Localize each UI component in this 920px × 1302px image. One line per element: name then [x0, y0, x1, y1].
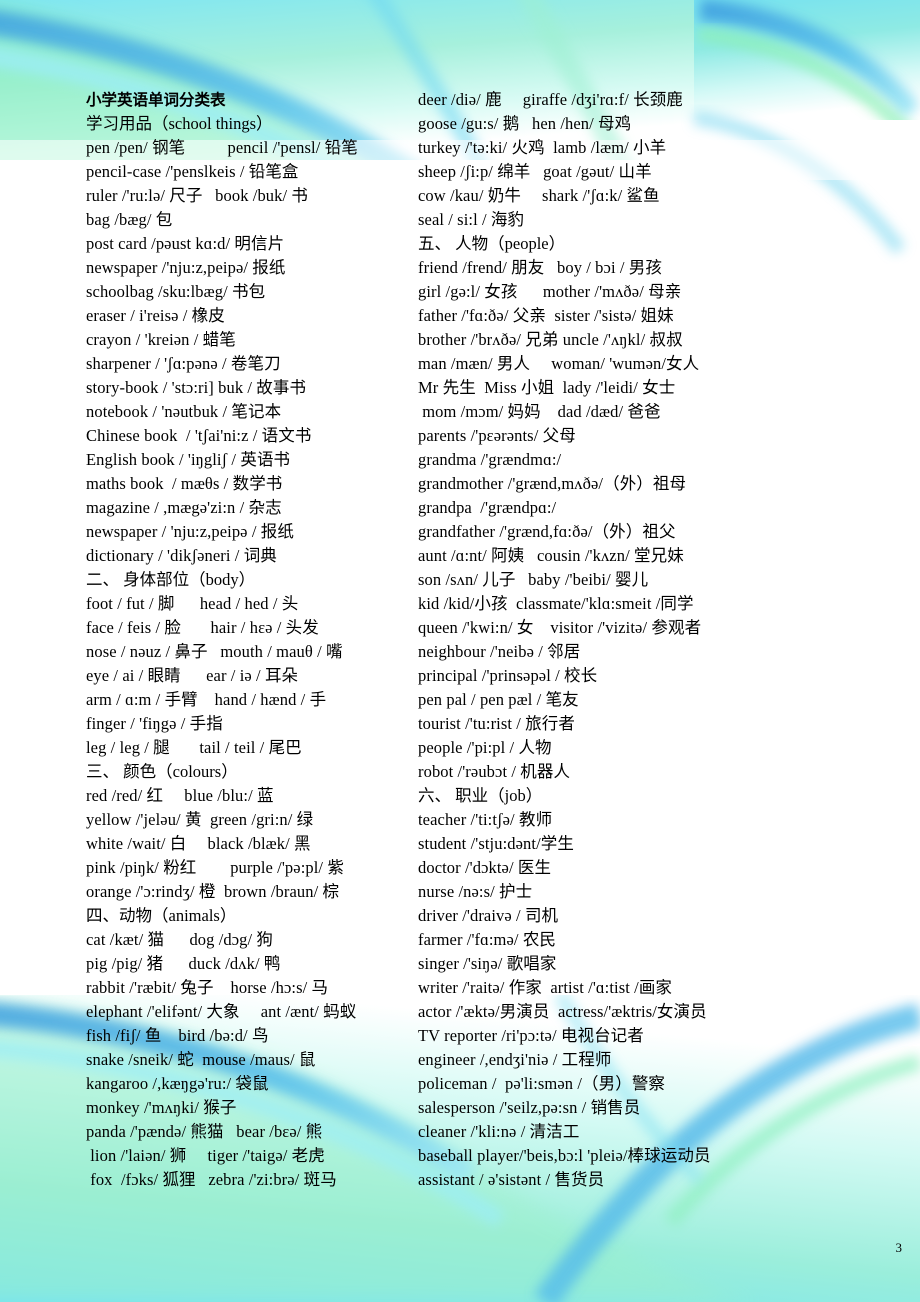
- word-entry-line: finger / 'fiŋgə / 手指: [86, 714, 223, 733]
- word-entry-line: lion /'laiən/ 狮 tiger /'taigə/ 老虎: [86, 1146, 325, 1165]
- word-entry-line: singer /'siŋə/ 歌唱家: [418, 954, 557, 973]
- word-entry-line: leg / leg / 腿 tail / teil / 尾巴: [86, 738, 302, 757]
- word-entry-line: nurse /nə:s/ 护士: [418, 882, 533, 901]
- word-entry-line: aunt /ɑ:nt/ 阿姨 cousin /'kʌzn/ 堂兄妹: [418, 546, 684, 565]
- section-heading: 二、 身体部位（body）: [86, 570, 256, 589]
- word-entry-line: pink /piŋk/ 粉红 purple /'pə:pl/ 紫: [86, 858, 344, 877]
- word-entry-line: white /wait/ 白 black /blæk/ 黑: [86, 834, 311, 853]
- word-entry-line: mom /mɔm/ 妈妈 dad /dæd/ 爸爸: [418, 402, 661, 421]
- word-entry-line: salesperson /'seilz,pə:sn / 销售员: [418, 1098, 641, 1117]
- word-entry-line: dictionary / 'dikʃəneri / 词典: [86, 546, 277, 565]
- word-entry-line: farmer /'fɑ:mə/ 农民: [418, 930, 557, 949]
- word-entry-line: doctor /'dɔktə/ 医生: [418, 858, 552, 877]
- word-entry-line: cleaner /'kli:nə / 清洁工: [418, 1122, 580, 1141]
- word-entry-line: actor /'æktə/男演员 actress/'æktris/女演员: [418, 1002, 707, 1021]
- word-entry-line: pig /pig/ 猪 duck /dʌk/ 鸭: [86, 954, 281, 973]
- section-heading: 三、 颜色（colours）: [86, 762, 238, 781]
- word-entry-line: grandfather /'grænd,fɑ:ðə/（外）祖父: [418, 522, 676, 541]
- word-entry-line: father /'fɑ:ðə/ 父亲 sister /'sistə/ 姐妹: [418, 306, 674, 325]
- word-entry-line: grandmother /'grænd,mʌðə/（外）祖母: [418, 474, 687, 493]
- word-entry-line: assistant / ə'sistənt / 售货员: [418, 1170, 605, 1189]
- word-entry-line: son /sʌn/ 儿子 baby /'beibi/ 婴儿: [418, 570, 649, 589]
- word-entry-line: crayon / 'kreiən / 蜡笔: [86, 330, 236, 349]
- word-entry-line: fox /fɔks/ 狐狸 zebra /'zi:brə/ 斑马: [86, 1170, 337, 1189]
- word-entry-line: post card /pəust kɑ:d/ 明信片: [86, 234, 285, 253]
- word-entry-line: kangaroo /,kæŋgə'ru:/ 袋鼠: [86, 1074, 269, 1093]
- two-column-layout: 小学英语单词分类表 学习用品（school things） pen /pen/ 钢…: [0, 0, 920, 1302]
- word-entry-line: pencil-case /'penslkeis / 铅笔盒: [86, 162, 299, 181]
- word-entry-line: snake /sneik/ 蛇 mouse /maus/ 鼠: [86, 1050, 316, 1069]
- word-entry-line: engineer /,endʒi'niə / 工程师: [418, 1050, 612, 1069]
- left-column: 小学英语单词分类表 学习用品（school things） pen /pen/ 钢…: [0, 0, 410, 1302]
- word-entry-line: friend /frend/ 朋友 boy / bɔi / 男孩: [418, 258, 662, 277]
- word-entry-line: man /mæn/ 男人 woman/ 'wumən/女人: [418, 354, 700, 373]
- word-entry-line: tourist /'tu:rist / 旅行者: [418, 714, 575, 733]
- right-column-lines: deer /diə/ 鹿 giraffe /dʒi'rɑ:f/ 长颈鹿 goose…: [418, 88, 920, 1192]
- word-entry-line: policeman / pə'li:smən /（男）警察: [418, 1074, 666, 1093]
- section-heading: 学习用品（school things）: [86, 114, 273, 133]
- word-entry-line: fish /fiʃ/ 鱼 bird /bə:d/ 鸟: [86, 1026, 269, 1045]
- word-entry-line: rabbit /'ræbit/ 兔子 horse /hɔ:s/ 马: [86, 978, 329, 997]
- word-entry-line: maths book / mæθs / 数学书: [86, 474, 283, 493]
- right-column: deer /diə/ 鹿 giraffe /dʒi'rɑ:f/ 长颈鹿 goose…: [410, 0, 920, 1302]
- word-entry-line: goose /gu:s/ 鹅 hen /hen/ 母鸡: [418, 114, 632, 133]
- section-heading: 六、 职业（job）: [418, 786, 543, 805]
- word-entry-line: grandpa /'grændpɑ:/: [418, 498, 557, 517]
- word-entry-line: notebook / 'nəutbuk / 笔记本: [86, 402, 282, 421]
- word-entry-line: teacher /'ti:tʃə/ 教师: [418, 810, 553, 829]
- word-entry-line: arm / ɑ:m / 手臂 hand / hænd / 手: [86, 690, 327, 709]
- word-entry-line: eraser / i'reisə / 橡皮: [86, 306, 225, 325]
- word-entry-line: driver /'draivə / 司机: [418, 906, 559, 925]
- word-entry-line: queen /'kwi:n/ 女 visitor /'vizitə/ 参观者: [418, 618, 702, 637]
- word-entry-line: Mr 先生 Miss 小姐 lady /'leidi/ 女士: [418, 378, 676, 397]
- word-entry-line: newspaper /'nju:z,peipə/ 报纸: [86, 258, 286, 277]
- word-entry-line: foot / fut / 脚 head / hed / 头: [86, 594, 299, 613]
- word-entry-line: orange /'ɔ:rindʒ/ 橙 brown /braun/ 棕: [86, 882, 340, 901]
- word-entry-line: schoolbag /sku:lbæg/ 书包: [86, 282, 266, 301]
- section-heading: 五、 人物（people）: [418, 234, 566, 253]
- word-entry-line: sheep /ʃi:p/ 绵羊 goat /gəut/ 山羊: [418, 162, 652, 181]
- word-entry-line: red /red/ 红 blue /blu:/ 蓝: [86, 786, 274, 805]
- word-entry-line: bag /bæg/ 包: [86, 210, 173, 229]
- word-entry-line: newspaper / 'nju:z,peipə / 报纸: [86, 522, 294, 541]
- word-entry-line: girl /gə:l/ 女孩 mother /'mʌðə/ 母亲: [418, 282, 682, 301]
- word-entry-line: turkey /'tə:ki/ 火鸡 lamb /læm/ 小羊: [418, 138, 667, 157]
- word-entry-line: baseball player/'beis,bɔ:l 'pleiə/棒球运动员: [418, 1146, 711, 1165]
- word-entry-line: cow /kau/ 奶牛 shark /'ʃɑ:k/ 鲨鱼: [418, 186, 660, 205]
- page-title: 小学英语单词分类表: [86, 91, 226, 109]
- word-entry-line: elephant /'elifənt/ 大象 ant /ænt/ 蚂蚁: [86, 1002, 357, 1021]
- word-entry-line: nose / nəuz / 鼻子 mouth / mauθ / 嘴: [86, 642, 343, 661]
- section-heading: 四、动物（animals）: [86, 906, 237, 925]
- word-entry-line: eye / ai / 眼睛 ear / iə / 耳朵: [86, 666, 299, 685]
- word-entry-line: sharpener / 'ʃɑ:pənə / 卷笔刀: [86, 354, 281, 373]
- page-number: 3: [895, 1240, 903, 1255]
- word-entry-line: grandma /'grændmɑ:/: [418, 450, 562, 469]
- word-entry-line: English book / 'iŋgliʃ / 英语书: [86, 450, 291, 469]
- document-page: 小学英语单词分类表 学习用品（school things） pen /pen/ 钢…: [0, 0, 920, 1302]
- word-entry-line: ruler /'ru:lə/ 尺子 book /buk/ 书: [86, 186, 309, 205]
- left-column-lines: 学习用品（school things） pen /pen/ 钢笔 pencil /…: [86, 112, 410, 1192]
- word-entry-line: cat /kæt/ 猫 dog /dɔg/ 狗: [86, 930, 274, 949]
- word-entry-line: neighbour /'neibə / 邻居: [418, 642, 581, 661]
- word-entry-line: story-book / 'stɔ:ri] buk / 故事书: [86, 378, 307, 397]
- word-entry-line: yellow /'jeləu/ 黄 green /gri:n/ 绿: [86, 810, 314, 829]
- word-entry-line: brother /'brʌðə/ 兄弟 uncle /'ʌŋkl/ 叔叔: [418, 330, 683, 349]
- word-entry-line: pen pal / pen pæl / 笔友: [418, 690, 579, 709]
- word-entry-line: face / feis / 脸 hair / hɛə / 头发: [86, 618, 319, 637]
- word-entry-line: robot /'rəubɔt / 机器人: [418, 762, 571, 781]
- word-entry-line: pen /pen/ 钢笔 pencil /'pensl/ 铅笔: [86, 138, 358, 157]
- word-entry-line: student /'stju:dənt/学生: [418, 834, 574, 853]
- word-entry-line: writer /'raitə/ 作家 artist /'ɑ:tist /画家: [418, 978, 673, 997]
- word-entry-line: Chinese book / 'tʃai'ni:z / 语文书: [86, 426, 312, 445]
- word-entry-line: monkey /'mʌŋki/ 猴子: [86, 1098, 237, 1117]
- word-entry-line: magazine / ,mægə'zi:n / 杂志: [86, 498, 282, 517]
- word-entry-line: deer /diə/ 鹿 giraffe /dʒi'rɑ:f/ 长颈鹿: [418, 90, 683, 109]
- word-entry-line: panda /'pændə/ 熊猫 bear /bɛə/ 熊: [86, 1122, 323, 1141]
- word-entry-line: seal / si:l / 海豹: [418, 210, 525, 229]
- word-entry-line: parents /'pɛərənts/ 父母: [418, 426, 576, 445]
- word-entry-line: principal /'prinsəpəl / 校长: [418, 666, 598, 685]
- word-entry-line: kid /kid/小孩 classmate/'klɑ:smeit /同学: [418, 594, 694, 613]
- word-entry-line: people /'pi:pl / 人物: [418, 738, 552, 757]
- word-entry-line: TV reporter /ri'pɔ:tə/ 电视台记者: [418, 1026, 644, 1045]
